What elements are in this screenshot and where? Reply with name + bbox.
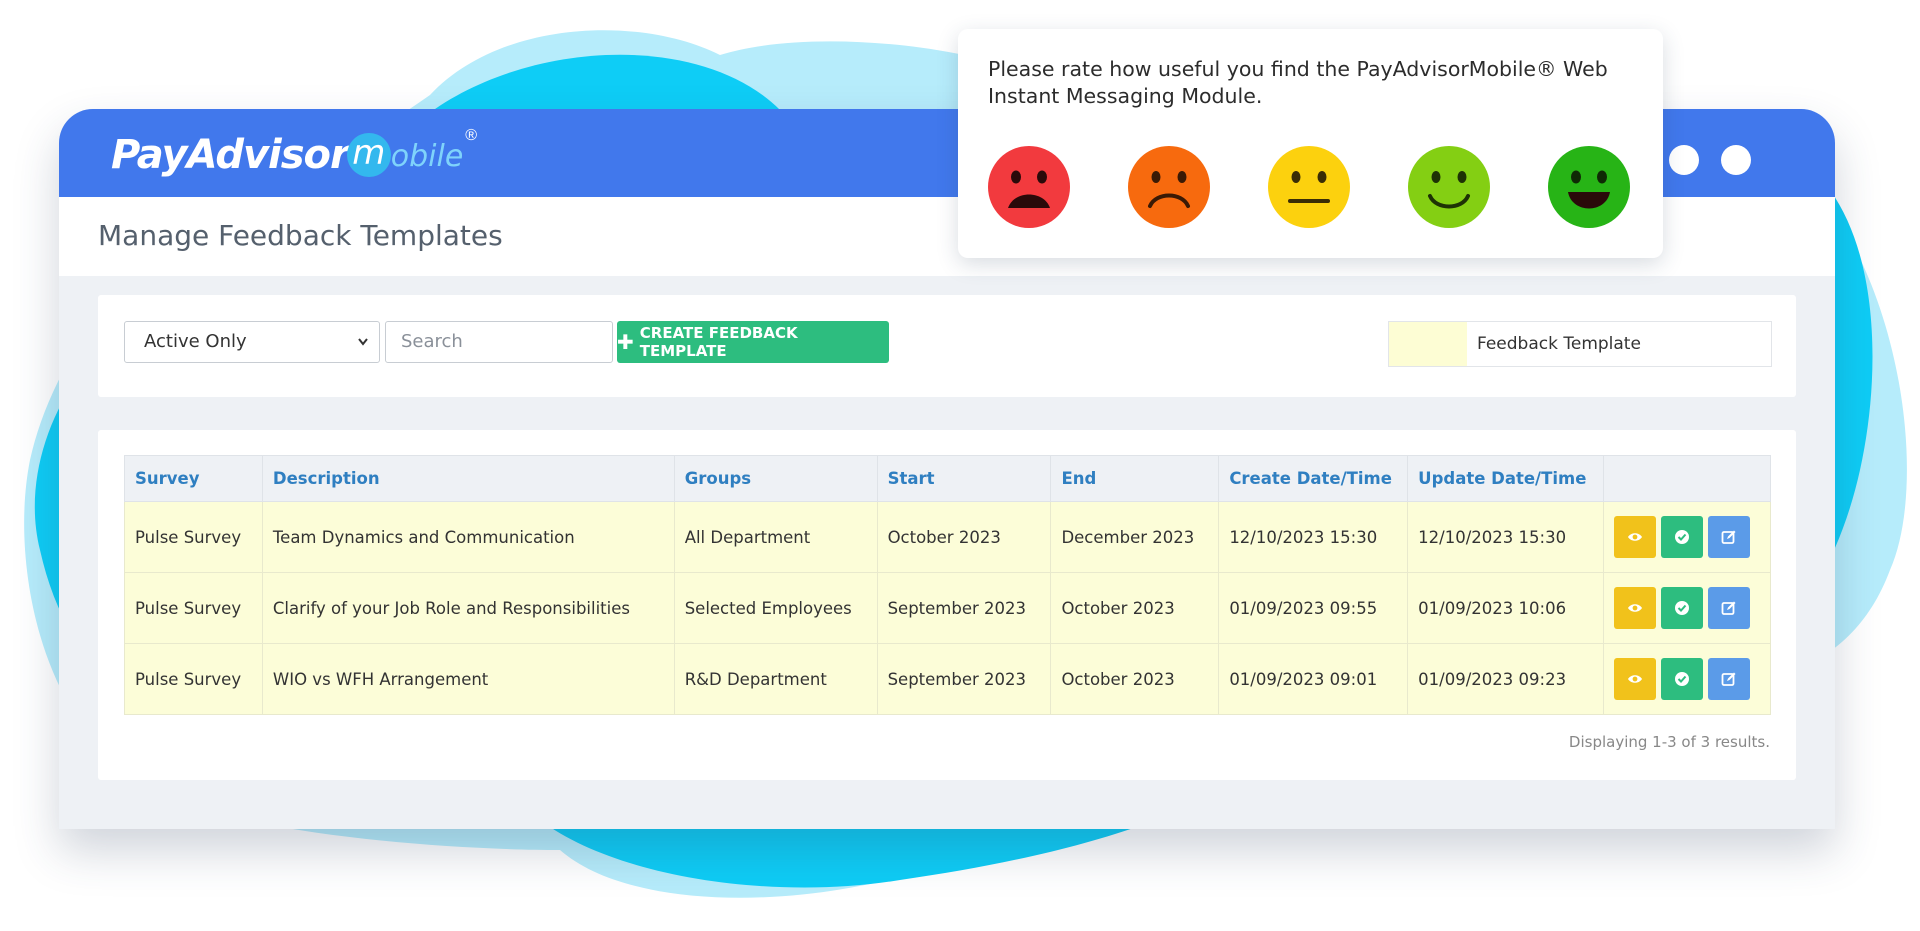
view-button[interactable] [1614,587,1656,629]
result-count: Displaying 1-3 of 3 results. [1568,733,1770,751]
page-title: Manage Feedback Templates [98,219,503,252]
cell-groups: R&D Department [673,643,878,715]
neutral-face-icon[interactable] [1268,146,1350,228]
approve-button[interactable] [1661,516,1703,558]
column-header-survey[interactable]: Survey [124,455,263,502]
edit-button[interactable] [1708,587,1750,629]
edit-icon [1721,530,1736,544]
table-row: Pulse Survey Team Dynamics and Communica… [124,501,1771,573]
eye-icon [1628,604,1642,612]
check-circle-icon [1675,672,1689,686]
table-header-row: Survey Description Groups Start End Crea… [124,455,1771,502]
cell-survey: Pulse Survey [124,501,263,573]
table-row: Pulse Survey WIO vs WFH Arrangement R&D … [124,643,1771,715]
view-button[interactable] [1614,658,1656,700]
cell-actions [1603,643,1771,715]
rating-prompt: Please rate how useful you find the PayA… [988,57,1608,108]
cell-end: October 2023 [1050,572,1220,644]
cell-updated: 01/09/2023 09:23 [1407,643,1604,715]
status-filter-select[interactable]: Active Only [124,321,380,363]
feedback-templates-table: Survey Description Groups Start End Crea… [124,455,1771,715]
window-dot-icon[interactable] [1669,145,1699,175]
logo-m-badge: m [346,133,391,177]
cell-start: September 2023 [876,643,1052,715]
column-header-start[interactable]: Start [876,455,1052,502]
column-header-description[interactable]: Description [261,455,675,502]
sad-face-icon[interactable] [1128,146,1210,228]
row-color-legend: Feedback Template [1388,321,1772,367]
cell-created: 01/09/2023 09:55 [1218,572,1409,644]
happy-face-icon[interactable] [1408,146,1490,228]
cell-end: October 2023 [1050,643,1220,715]
cell-description: Clarify of your Job Role and Responsibil… [261,572,675,644]
table-row: Pulse Survey Clarify of your Job Role an… [124,572,1771,644]
edit-icon [1721,672,1736,686]
plus-icon: ✚ [617,330,634,354]
window-dot-icon[interactable] [1721,145,1751,175]
check-circle-icon [1675,601,1689,615]
logo-obile-text: obile [390,139,464,174]
payadvisor-logo: PayAdvisor m obile ® [111,127,477,178]
cell-description: WIO vs WFH Arrangement [261,643,675,715]
legend-label: Feedback Template [1477,334,1641,354]
cell-survey: Pulse Survey [124,643,263,715]
cell-updated: 12/10/2023 15:30 [1407,501,1604,573]
cell-end: December 2023 [1050,501,1220,573]
column-header-actions [1603,455,1771,502]
cell-survey: Pulse Survey [124,572,263,644]
edit-icon [1721,601,1736,615]
check-circle-icon [1675,530,1689,544]
cell-created: 12/10/2023 15:30 [1218,501,1409,573]
edit-button[interactable] [1708,516,1750,558]
rating-card: Please rate how useful you find the PayA… [958,29,1663,258]
legend-swatch [1389,322,1467,366]
column-header-groups[interactable]: Groups [673,455,878,502]
cell-description: Team Dynamics and Communication [261,501,675,573]
cell-actions [1603,572,1771,644]
edit-button[interactable] [1708,658,1750,700]
search-input[interactable]: Search [385,321,613,363]
cell-created: 01/09/2023 09:01 [1218,643,1409,715]
status-filter-value: Active Only [144,331,247,352]
column-header-end[interactable]: End [1050,455,1220,502]
logo-pay-text: PayAdvisor [111,132,350,178]
create-feedback-template-button[interactable]: ✚ CREATE FEEDBACK TEMPLATE [617,321,889,363]
very-happy-face-icon[interactable] [1548,146,1630,228]
filter-panel: Active Only Search ✚ CREATE FEEDBACK TEM… [98,295,1796,397]
view-button[interactable] [1614,516,1656,558]
cell-start: September 2023 [876,572,1052,644]
very-sad-face-icon[interactable] [988,146,1070,228]
table-panel: Survey Description Groups Start End Crea… [98,430,1796,780]
eye-icon [1628,675,1642,683]
chevron-down-icon [357,322,369,379]
cell-groups: All Department [673,501,878,573]
create-button-label: CREATE FEEDBACK TEMPLATE [639,324,798,360]
cell-updated: 01/09/2023 10:06 [1407,572,1604,644]
cell-groups: Selected Employees [673,572,878,644]
approve-button[interactable] [1661,658,1703,700]
column-header-create-datetime[interactable]: Create Date/Time [1218,455,1409,502]
logo-registered-mark: ® [465,127,478,144]
cell-actions [1603,501,1771,573]
window-controls [1669,145,1751,175]
column-header-update-datetime[interactable]: Update Date/Time [1407,455,1604,502]
approve-button[interactable] [1661,587,1703,629]
cell-start: October 2023 [876,501,1052,573]
eye-icon [1628,533,1642,541]
